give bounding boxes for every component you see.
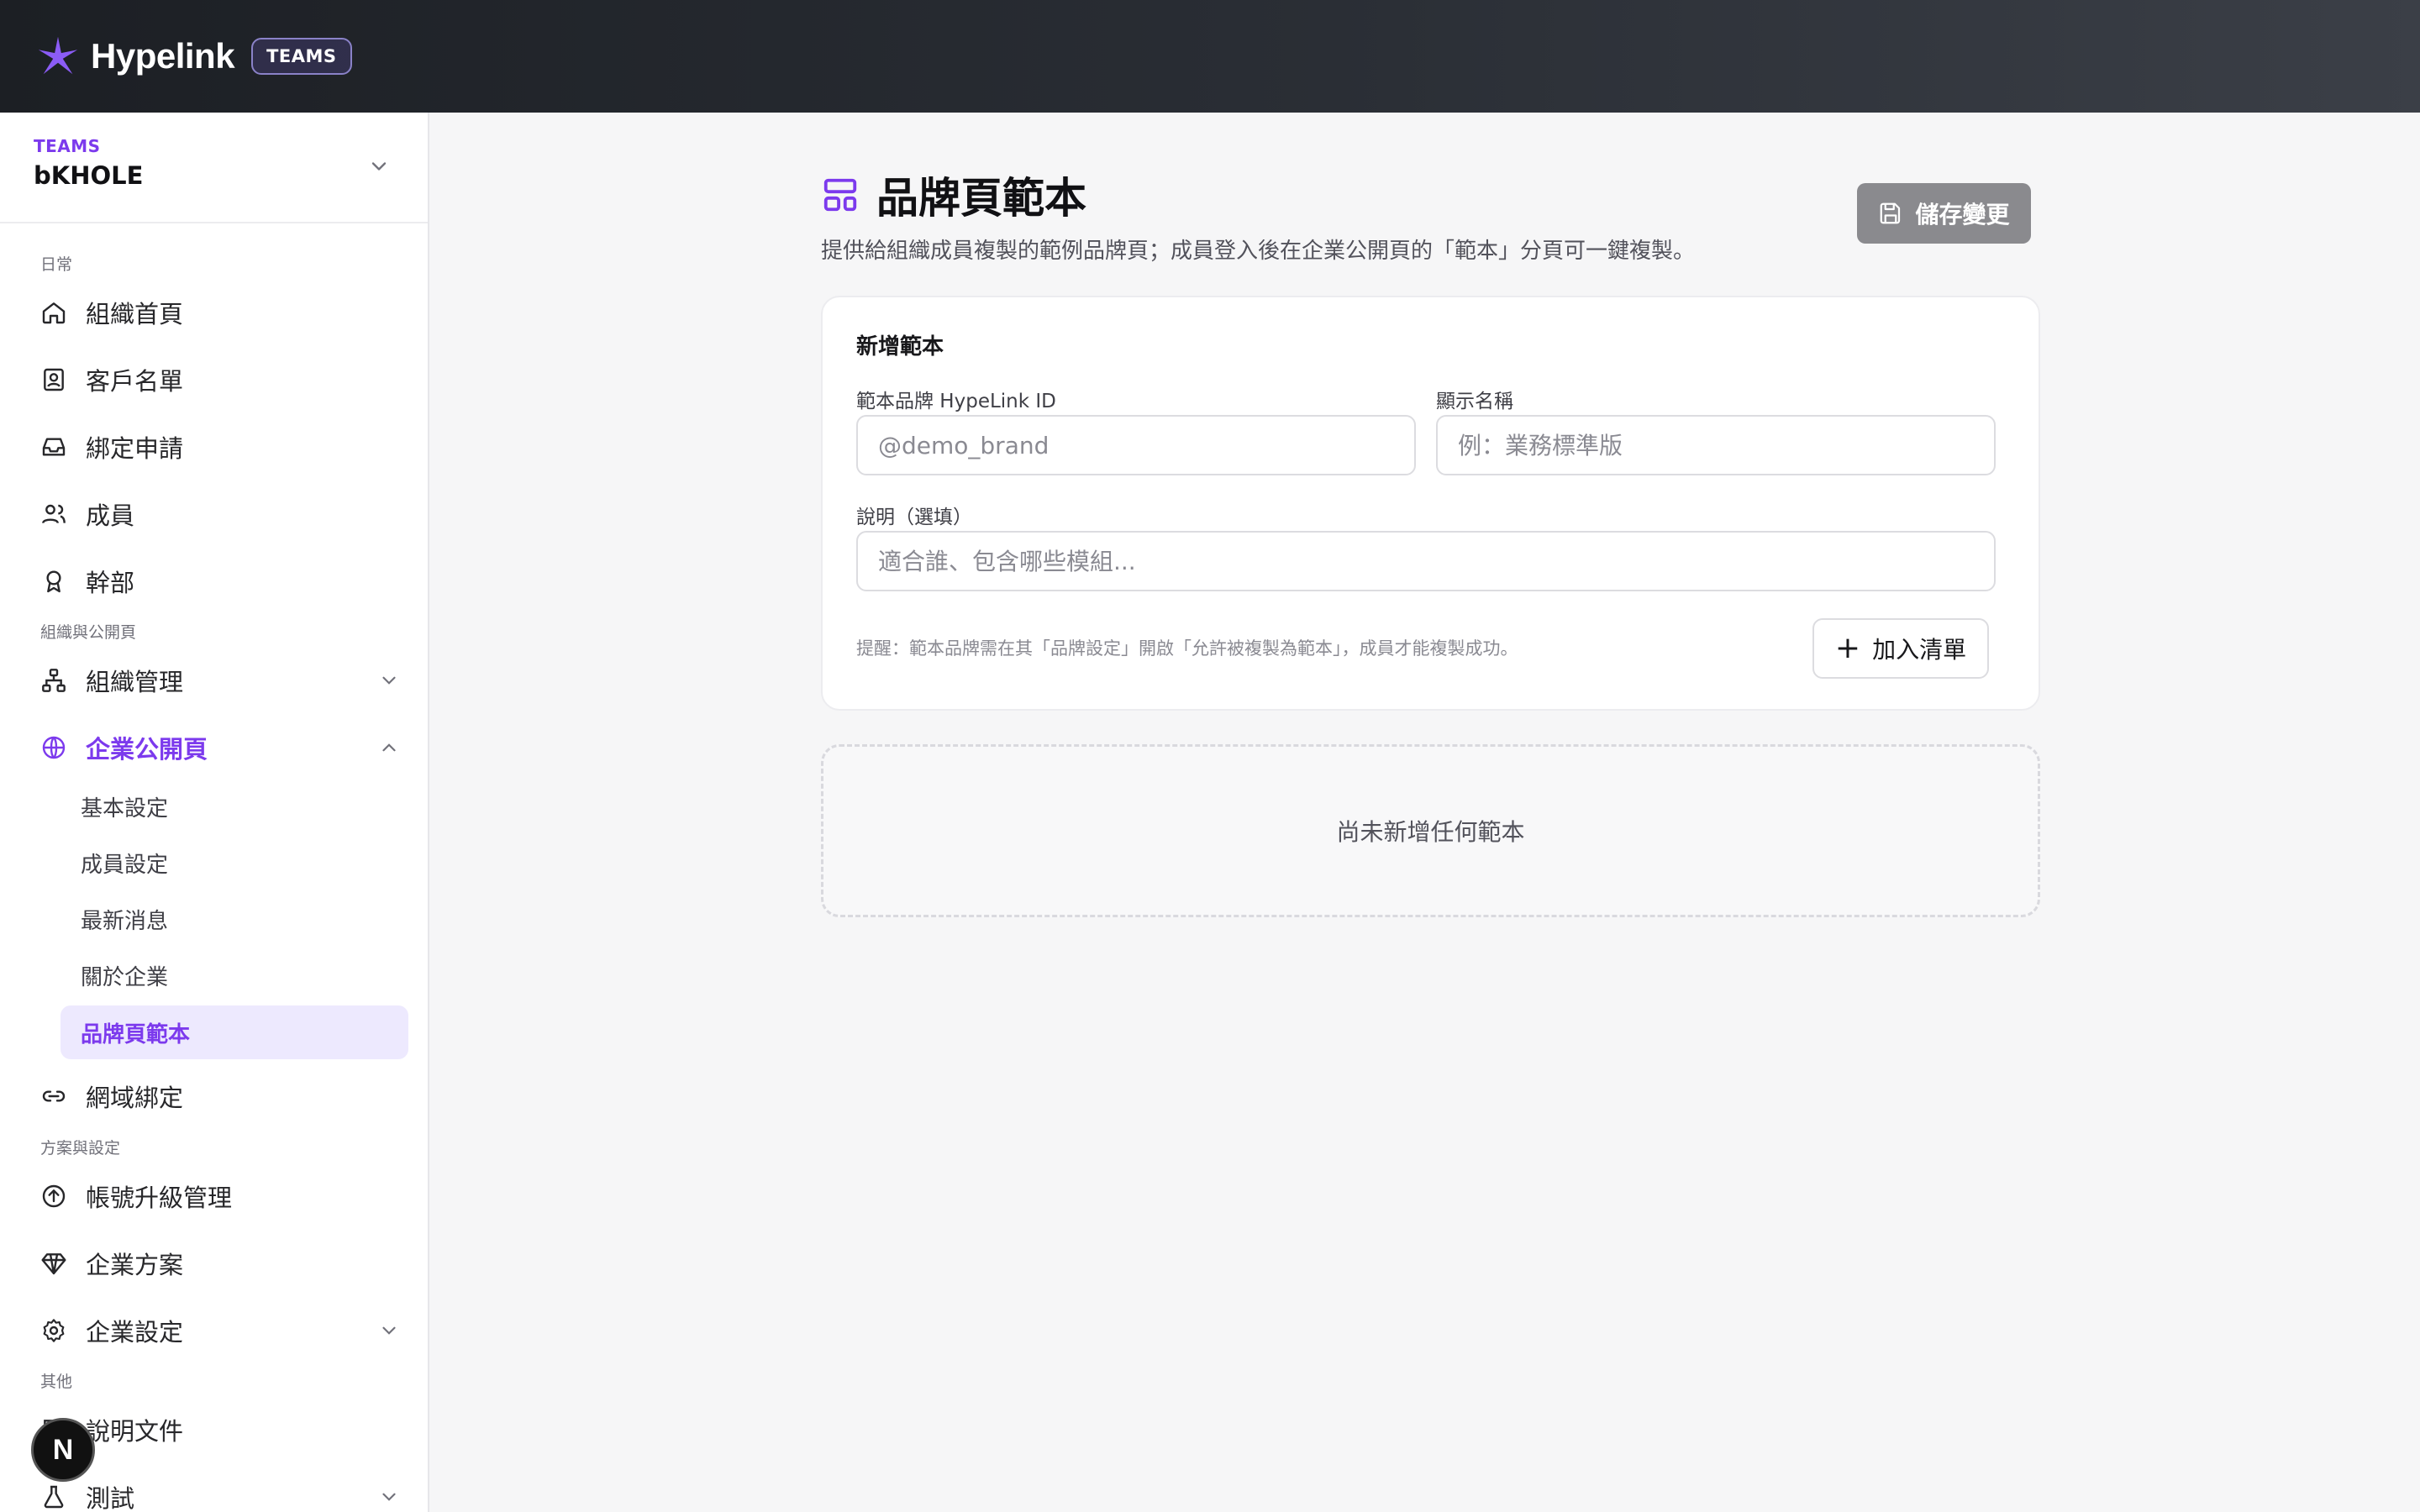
description-label: 說明（選填） <box>856 507 972 528</box>
sidebar-item-label: 企業公開頁 <box>86 735 208 764</box>
empty-state-text: 尚未新增任何範本 <box>1336 818 1525 846</box>
empty-template-list: 尚未新增任何範本 <box>821 744 2040 917</box>
sidebar-subitem-news[interactable]: 最新消息 <box>60 892 408 946</box>
main-content: 品牌頁範本 提供給組織成員複製的範例品牌頁；成員登入後在企業公開頁的「範本」分頁… <box>431 113 2420 1512</box>
sidebar-item-public-page[interactable]: 企業公開頁 <box>40 724 396 771</box>
layout-template-icon <box>823 178 857 212</box>
app-logo[interactable]: Hypelink <box>34 32 235 81</box>
sidebar-item-label: 企業設定 <box>86 1318 184 1347</box>
section-label-other: 其他 <box>40 1373 73 1391</box>
sidebar-item-officers[interactable]: 幹部 <box>40 558 393 605</box>
sidebar-item-enterprise-plan[interactable]: 企業方案 <box>40 1240 393 1287</box>
sidebar-item-label: 幹部 <box>86 569 135 597</box>
hypelink-id-label: 範本品牌 HypeLink ID <box>856 391 1056 412</box>
sidebar-item-label: 客戶名單 <box>86 367 184 396</box>
description-input[interactable] <box>856 531 1996 591</box>
section-label-plan: 方案與設定 <box>40 1139 121 1158</box>
chevron-down-icon <box>371 162 387 171</box>
sidebar-item-home[interactable]: 組織首頁 <box>40 289 393 336</box>
chevron-down-icon <box>382 1326 396 1335</box>
link-icon <box>42 1090 66 1102</box>
gear-icon <box>43 1319 65 1342</box>
chevron-down-icon <box>382 1493 396 1501</box>
gem-icon <box>41 1253 66 1275</box>
sidebar-subitem-brand-templates[interactable]: 品牌頁範本 <box>60 1005 408 1059</box>
hypelink-id-input[interactable] <box>856 415 1416 475</box>
org-switcher[interactable]: TEAMS bKHOLE <box>0 113 428 223</box>
sidebar-item-label: 企業方案 <box>86 1251 184 1279</box>
add-to-list-button[interactable]: + 加入清單 <box>1812 618 1989 679</box>
save-button[interactable]: 儲存變更 <box>1857 183 2031 244</box>
page-title: 品牌頁範本 <box>876 174 1086 223</box>
display-name-label: 顯示名稱 <box>1436 391 1513 412</box>
new-template-card: 新增範本 範本品牌 HypeLink ID 顯示名稱 說明（選填） 提醒：範本品… <box>821 296 2040 711</box>
sidebar-item-members[interactable]: 成員 <box>40 491 393 538</box>
contact-card-icon <box>44 368 64 391</box>
org-chart-icon <box>42 669 66 692</box>
teams-badge: TEAMS <box>251 38 352 75</box>
sidebar-item-enterprise-settings[interactable]: 企業設定 <box>40 1307 396 1354</box>
sidebar-item-test[interactable]: 測試 <box>40 1473 396 1512</box>
sidebar-item-org-manage[interactable]: 組織管理 <box>40 657 396 704</box>
section-label-org: 組織與公開頁 <box>40 623 137 642</box>
dev-tools-bubble[interactable]: N <box>31 1418 95 1482</box>
section-label-daily: 日常 <box>40 255 73 274</box>
home-icon <box>42 302 66 324</box>
chevron-down-icon <box>382 676 396 685</box>
template-hint: 提醒：範本品牌需在其「品牌設定」開啟「允許被複製為範本」，成員才能複製成功。 <box>856 638 1518 659</box>
sidebar-subitem-about[interactable]: 關於企業 <box>60 948 408 1002</box>
sidebar-item-label: 網域綁定 <box>86 1084 184 1112</box>
plus-icon: + <box>1834 631 1861 665</box>
chevron-up-icon <box>382 743 396 752</box>
arrow-up-circle-icon <box>42 1184 66 1208</box>
hypelink-logo-icon <box>38 36 78 75</box>
sidebar: TEAMS bKHOLE 日常 組織首頁 客戶名單 綁定申請 成員 幹部 組織與… <box>0 113 429 1512</box>
flask-icon <box>44 1485 64 1509</box>
top-bar: Hypelink TEAMS <box>0 0 2420 113</box>
card-title: 新增範本 <box>856 334 944 360</box>
app-name: Hypelink <box>91 36 235 76</box>
org-kicker: TEAMS <box>34 136 101 156</box>
save-icon <box>1881 202 1901 224</box>
sidebar-item-label: 帳號升級管理 <box>86 1184 233 1212</box>
sidebar-item-label: 說明文件 <box>86 1417 184 1446</box>
award-icon <box>46 570 61 593</box>
sidebar-item-binding-requests[interactable]: 綁定申請 <box>40 423 393 470</box>
sidebar-item-label: 組織首頁 <box>86 300 184 328</box>
sidebar-item-label: 綁定申請 <box>86 434 184 463</box>
sidebar-item-domain-binding[interactable]: 網域綁定 <box>40 1073 393 1120</box>
users-icon <box>42 504 66 524</box>
sidebar-item-label: 測試 <box>86 1484 135 1512</box>
add-to-list-label: 加入清單 <box>1872 636 1967 664</box>
save-button-label: 儲存變更 <box>1915 201 2010 228</box>
sidebar-item-account-upgrade[interactable]: 帳號升級管理 <box>40 1173 393 1220</box>
display-name-input[interactable] <box>1436 415 1996 475</box>
sidebar-subitem-basic-settings[interactable]: 基本設定 <box>60 780 408 833</box>
inbox-icon <box>42 438 66 456</box>
sidebar-item-label: 成員 <box>86 501 135 530</box>
sidebar-item-customers[interactable]: 客戶名單 <box>40 356 393 403</box>
sidebar-item-label: 組織管理 <box>86 668 184 696</box>
globe-icon <box>42 736 66 759</box>
sidebar-subitem-member-settings[interactable]: 成員設定 <box>60 836 408 890</box>
